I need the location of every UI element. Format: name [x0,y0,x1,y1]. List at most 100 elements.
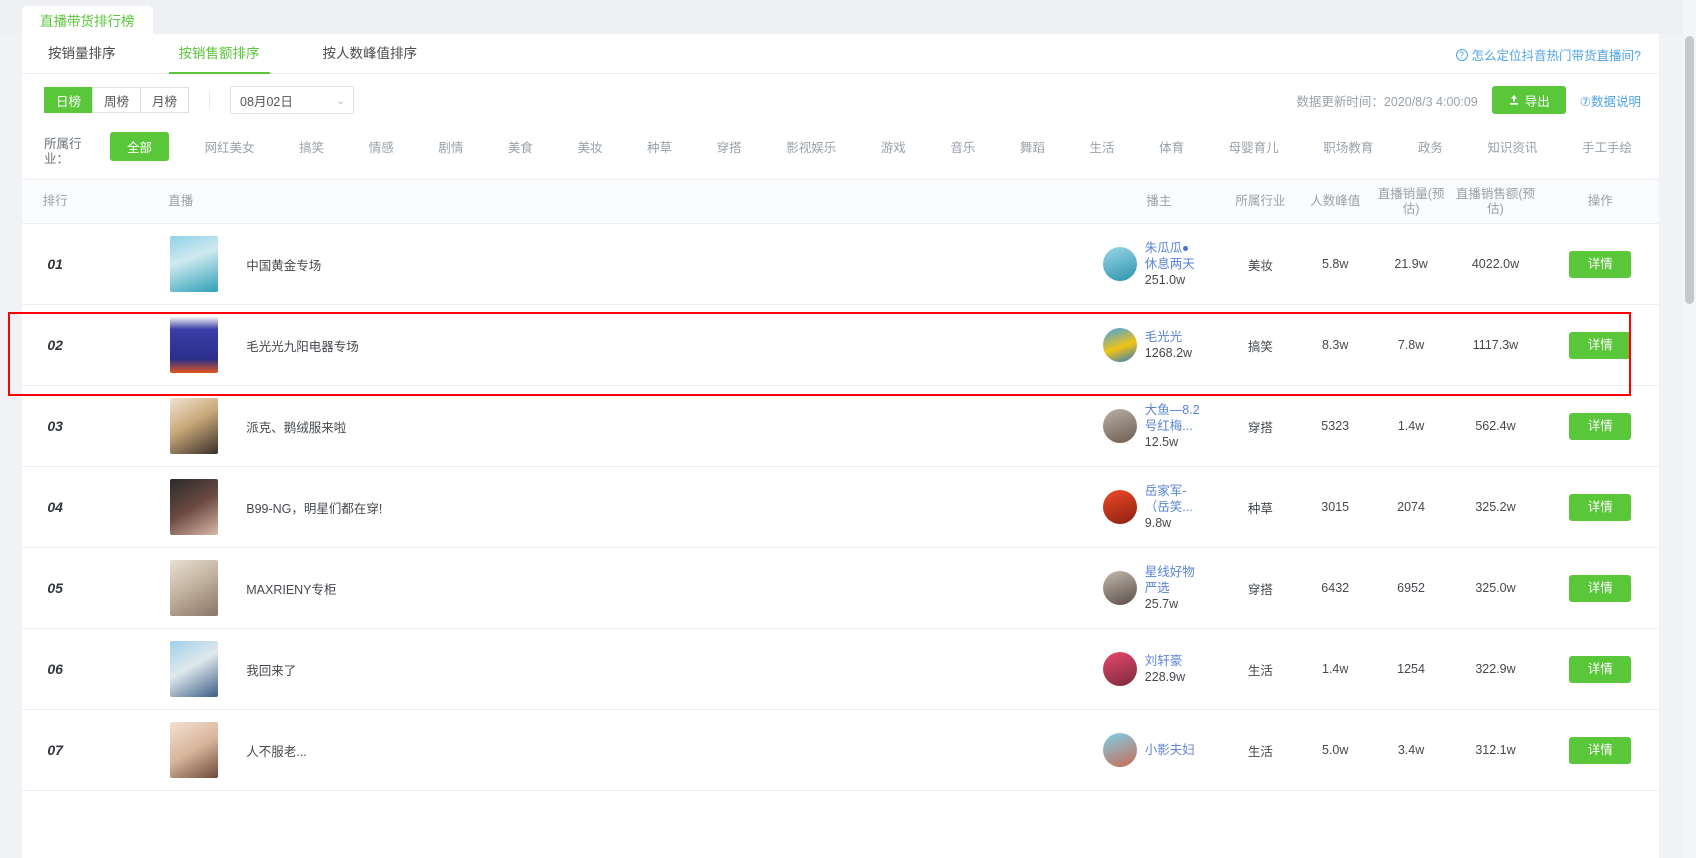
table-header-row: 排行 直播 播主 所属行业 人数峰值 直播销量(预估) 直播销售额(预估) 操作 [22,179,1659,224]
avatar[interactable] [1102,247,1137,281]
host-name-link[interactable]: 朱瓜瓜 休息两天 [1145,240,1195,272]
cell-host: 大鱼—8.2 号红梅... 12.5w [1094,385,1224,467]
industry-chip-15[interactable]: 母婴育儿 [1220,132,1288,161]
cell-live: 我回来了 [88,628,1095,710]
chevron-down-icon: ⌄ [335,94,346,107]
avatar[interactable] [1102,652,1137,686]
industry-chip-6[interactable]: 美妆 [568,132,611,161]
avatar[interactable] [1102,490,1137,524]
cell-peak-viewers: 8.3w [1297,304,1373,386]
industry-chip-3[interactable]: 情感 [360,132,403,161]
industry-chip-9[interactable]: 影视娱乐 [777,132,845,161]
host-name-link[interactable]: 小影夫妇 [1145,742,1195,758]
detail-button[interactable]: 详情 [1569,493,1632,521]
host-name-link[interactable]: 岳家军- （岳笑... [1145,483,1193,515]
period-daily-button[interactable]: 日榜 [44,87,94,113]
live-title[interactable]: B99-NG，明星们都在穿! [246,498,382,517]
detail-button[interactable]: 详情 [1569,412,1632,440]
live-thumbnail[interactable] [170,317,219,373]
detail-button[interactable]: 详情 [1569,331,1632,359]
browser-tab[interactable]: 直播带货排行榜 [22,6,153,34]
cell-sales-volume: 1.4w [1372,385,1450,467]
tab-sort-by-peak-viewers[interactable]: 按人数峰值排序 [319,42,422,73]
page-scrollbar-thumb[interactable] [1685,36,1694,304]
avatar[interactable] [1102,733,1137,767]
host-name-link[interactable]: 星线好物 严选 [1145,564,1195,596]
data-description-link[interactable]: ⑦数据说明 [1580,91,1641,110]
cell-industry: 美妆 [1223,223,1298,305]
live-thumbnail[interactable] [170,641,219,697]
tab-sort-by-volume[interactable]: 按销量排序 [44,42,120,73]
industry-chip-7[interactable]: 种草 [638,132,681,161]
live-thumbnail[interactable] [170,398,219,454]
live-title[interactable]: 中国黄金专场 [246,255,321,274]
industry-chip-5[interactable]: 美食 [499,132,542,161]
avatar[interactable] [1102,409,1137,443]
avatar[interactable] [1102,328,1137,362]
live-thumbnail[interactable] [170,560,219,616]
live-thumbnail[interactable] [170,722,219,778]
detail-button[interactable]: 详情 [1569,655,1632,683]
detail-button[interactable]: 详情 [1569,574,1632,602]
th-live: 直播 [88,179,1095,224]
cell-sales-volume: 7.8w [1372,304,1450,386]
industry-chip-12[interactable]: 舞蹈 [1011,132,1054,161]
industry-chip-4[interactable]: 剧情 [429,132,472,161]
table-body: 01 中国黄金专场 朱瓜瓜 休息两天 251.0w 美妆 5.8w 21.9w 4022.0w 详… [22,223,1659,791]
industry-chip-14[interactable]: 体育 [1150,132,1193,161]
industry-chip-16[interactable]: 职场教育 [1314,132,1382,161]
live-title[interactable]: 毛光光九阳电器专场 [246,336,359,355]
live-title[interactable]: 我回来了 [246,660,296,679]
th-amount: 直播销售额(预估) [1449,179,1542,224]
period-monthly-button[interactable]: 月榜 [140,87,190,113]
tab-sort-by-revenue[interactable]: 按销售额排序 [168,42,270,74]
toolbar-divider [209,91,211,109]
industry-chip-11[interactable]: 音乐 [941,132,984,161]
table-row[interactable]: 05 MAXRIENY专柜 星线好物 严选 25.7w 穿搭 6432 6952 325.0w 详… [22,547,1659,629]
date-picker[interactable]: 08月02日 ⌄ [230,86,355,114]
industry-chip-8[interactable]: 穿搭 [708,132,751,161]
table-row[interactable]: 07 人不服老... 小影夫妇 生活 5.0w 3.4w 312.1w 详情 [22,709,1659,791]
live-title[interactable]: 人不服老... [246,741,306,760]
industry-chip-18[interactable]: 知识资讯 [1478,132,1546,161]
cell-peak-viewers: 5323 [1297,385,1373,467]
industry-chip-13[interactable]: 生活 [1081,132,1124,161]
cell-peak-viewers: 5.0w [1297,709,1373,791]
live-thumbnail[interactable] [170,479,219,535]
host-name-link[interactable]: 大鱼—8.2 号红梅... [1145,402,1200,434]
table-row[interactable]: 03 派克、鹅绒服来啦 大鱼—8.2 号红梅... 12.5w 穿搭 5323 1.4w 562… [22,385,1659,467]
rank-number: 03 [47,418,63,434]
detail-button[interactable]: 详情 [1569,736,1632,764]
export-button[interactable]: 导出 [1491,86,1566,114]
help-link[interactable]: ? 怎么定位抖音热门带货直播间? [1455,45,1641,64]
cell-sales-volume: 2074 [1372,466,1450,548]
table-row[interactable]: 04 B99-NG，明星们都在穿! 岳家军- （岳笑... 9.8w 种草 3015 2074… [22,466,1659,548]
cell-live: 人不服老... [88,709,1095,791]
table-row[interactable]: 01 中国黄金专场 朱瓜瓜 休息两天 251.0w 美妆 5.8w 21.9w 4022.0w 详… [22,223,1659,305]
toolbar-right: 数据更新时间：2020/8/3 4:00:09 导出 ⑦数据说明 [1296,86,1641,114]
period-weekly-button[interactable]: 周榜 [92,87,142,113]
export-label: 导出 [1524,94,1550,109]
industry-chip-17[interactable]: 政务 [1409,132,1452,161]
industry-filter-items: 全部 网红美女 搞笑 情感 剧情 美食 美妆 种草 穿搭 影视娱乐 游戏 音乐 … [90,132,1641,161]
industry-chip-2[interactable]: 搞笑 [290,132,333,161]
live-thumbnail[interactable] [170,236,219,292]
th-sales: 直播销量(预估) [1372,179,1450,224]
table-row[interactable]: 06 我回来了 刘轩豪 228.9w 生活 1.4w 1254 322.9w 详情 [22,628,1659,710]
host-name-link[interactable]: 刘轩豪 [1145,653,1185,669]
industry-chip-1[interactable]: 网红美女 [196,132,264,161]
detail-button[interactable]: 详情 [1569,250,1632,278]
table-row[interactable]: 02 毛光光九阳电器专场 毛光光 1268.2w 搞笑 8.3w 7.8w 1117.3w 详情 [22,304,1659,386]
live-title[interactable]: MAXRIENY专柜 [246,579,336,598]
host-name-link[interactable]: 毛光光 [1145,329,1192,345]
cell-host: 小影夫妇 [1094,709,1224,791]
cell-sales-volume: 21.9w [1372,223,1450,305]
industry-chip-10[interactable]: 游戏 [872,132,915,161]
cell-action: 详情 [1541,223,1659,305]
cell-host: 岳家军- （岳笑... 9.8w [1094,466,1224,548]
avatar[interactable] [1102,571,1137,605]
industry-chip-19[interactable]: 手工手绘 [1573,132,1641,161]
industry-chip-all[interactable]: 全部 [110,132,170,161]
live-title[interactable]: 派克、鹅绒服来啦 [246,417,346,436]
verified-dot-icon [1183,246,1189,252]
